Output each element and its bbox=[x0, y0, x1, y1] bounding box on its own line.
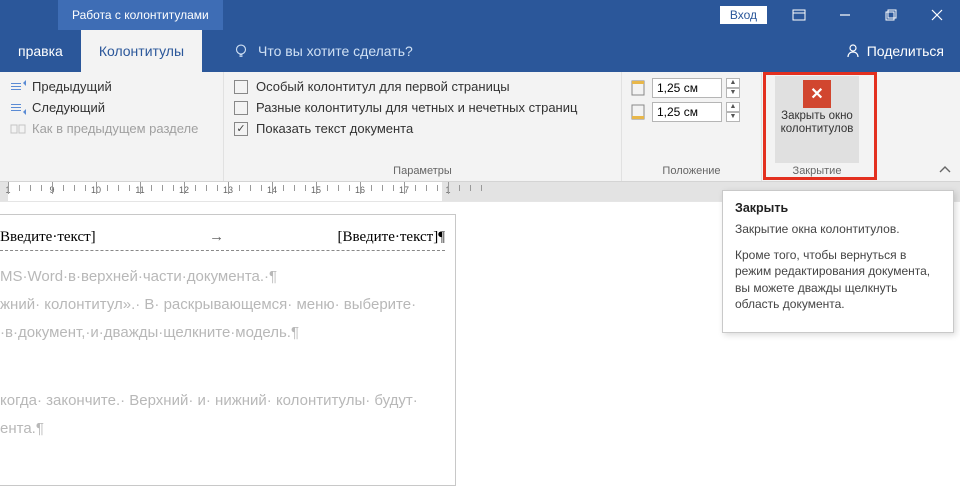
ribbon-group-navigation: Предыдущий Следующий Как в предыдущем ра… bbox=[0, 72, 224, 181]
tell-me-label: Что вы хотите сделать? bbox=[258, 43, 413, 59]
options-group-label: Параметры bbox=[232, 163, 613, 181]
spin-up-button[interactable]: ▲ bbox=[726, 78, 740, 88]
previous-section-label: Предыдущий bbox=[32, 79, 112, 94]
link-to-previous-label: Как в предыдущем разделе bbox=[32, 121, 198, 136]
header-edit-zone[interactable]: Введите·текст] → [Введите·текст]¶ bbox=[0, 229, 445, 251]
context-tab-label: Работа с колонтитулами bbox=[58, 0, 223, 30]
checkbox-unchecked-icon bbox=[234, 80, 248, 94]
different-first-page-label: Особый колонтитул для первой страницы bbox=[256, 79, 510, 94]
screentip-title: Закрыть bbox=[735, 201, 941, 215]
footer-from-bottom-icon bbox=[630, 104, 648, 120]
minimize-icon[interactable] bbox=[822, 0, 868, 30]
lightbulb-icon bbox=[232, 42, 250, 60]
body-text-line: когда· закончите.· Верхний· и· нижний· к… bbox=[0, 389, 445, 413]
tab-header-footer[interactable]: Колонтитулы bbox=[81, 30, 202, 72]
previous-section-button[interactable]: Предыдущий bbox=[8, 76, 215, 97]
close-window-icon[interactable] bbox=[914, 0, 960, 30]
body-text-line: ента.¶ bbox=[0, 417, 445, 441]
body-text-line: жний· колонтитул».· В· раскрывающемся· м… bbox=[0, 293, 445, 317]
header-from-top-input[interactable]: 1,25 см bbox=[652, 78, 722, 98]
screentip-text: Закрытие окна колонтитулов. bbox=[735, 221, 941, 237]
tab-prev-partial[interactable]: правка bbox=[0, 30, 81, 72]
next-section-button[interactable]: Следующий bbox=[8, 97, 215, 118]
close-button-label-line2: колонтитулов bbox=[781, 123, 854, 135]
ribbon-group-position: 1,25 см ▲ ▼ 1,25 см ▲ ▼ Положение bbox=[622, 72, 762, 181]
screentip-text: Кроме того, чтобы вернуться в режим реда… bbox=[735, 247, 941, 312]
link-to-previous-button: Как в предыдущем разделе bbox=[8, 118, 215, 139]
nav-group-label bbox=[8, 175, 215, 181]
close-header-footer-button[interactable]: ✕ Закрыть окно колонтитулов bbox=[775, 76, 860, 163]
body-text-line: MS·Word·в·верхней·части·документа.·¶ bbox=[0, 265, 445, 289]
signin-button[interactable]: Вход bbox=[719, 5, 768, 25]
spin-down-button[interactable]: ▼ bbox=[726, 88, 740, 98]
checkbox-unchecked-icon bbox=[234, 101, 248, 115]
show-document-text-label: Показать текст документа bbox=[256, 121, 413, 136]
close-x-icon: ✕ bbox=[803, 80, 831, 108]
screentip: Закрыть Закрытие окна колонтитулов. Кром… bbox=[722, 190, 954, 333]
checkbox-checked-icon: ✓ bbox=[234, 122, 248, 136]
header-right-field[interactable]: [Введите·текст]¶ bbox=[338, 229, 445, 246]
spin-down-button[interactable]: ▼ bbox=[726, 112, 740, 122]
next-section-label: Следующий bbox=[32, 100, 105, 115]
next-icon bbox=[10, 101, 26, 115]
different-odd-even-checkbox[interactable]: Разные колонтитулы для четных и нечетных… bbox=[232, 97, 613, 118]
previous-icon bbox=[10, 80, 26, 94]
share-icon bbox=[845, 43, 861, 59]
close-button-label-line1: Закрыть окно bbox=[781, 110, 853, 122]
header-left-field[interactable]: Введите·текст] bbox=[0, 229, 96, 246]
header-from-top-icon bbox=[630, 80, 648, 96]
share-label: Поделиться bbox=[867, 43, 944, 59]
position-group-label: Положение bbox=[630, 163, 753, 181]
tell-me-search[interactable]: Что вы хотите сделать? bbox=[232, 30, 413, 72]
close-group-label: Закрытие bbox=[770, 163, 864, 181]
footer-from-bottom-input[interactable]: 1,25 см bbox=[652, 102, 722, 122]
ribbon-group-options: Особый колонтитул для первой страницы Ра… bbox=[224, 72, 622, 181]
different-first-page-checkbox[interactable]: Особый колонтитул для первой страницы bbox=[232, 76, 613, 97]
ribbon-display-options-icon[interactable] bbox=[776, 0, 822, 30]
link-icon bbox=[10, 122, 26, 136]
page: Введите·текст] → [Введите·текст]¶ MS·Wor… bbox=[0, 214, 456, 486]
share-button[interactable]: Поделиться bbox=[829, 30, 960, 72]
different-odd-even-label: Разные колонтитулы для четных и нечетных… bbox=[256, 100, 577, 115]
show-document-text-checkbox[interactable]: ✓ Показать текст документа bbox=[232, 118, 613, 139]
collapse-ribbon-button[interactable] bbox=[936, 163, 954, 177]
ribbon-group-close: ✕ Закрыть окно колонтитулов Закрытие bbox=[762, 72, 872, 181]
chevron-up-icon bbox=[938, 165, 952, 175]
restore-icon[interactable] bbox=[868, 0, 914, 30]
header-tab-arrow: → bbox=[96, 229, 338, 246]
body-text-line: ·в·документ,·и·дважды·щелкните·модель.¶ bbox=[0, 321, 445, 345]
spin-up-button[interactable]: ▲ bbox=[726, 102, 740, 112]
